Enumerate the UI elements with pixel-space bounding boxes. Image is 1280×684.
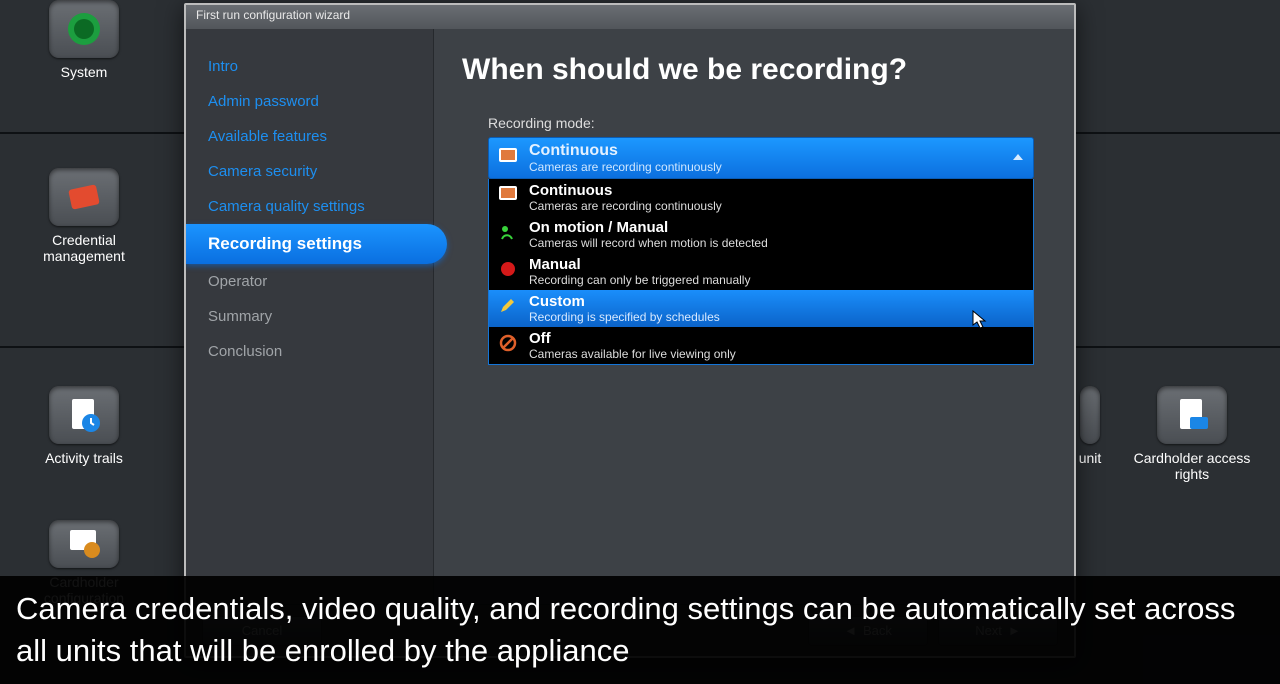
sidebar-item-label: Recording settings	[208, 234, 362, 253]
film-icon	[499, 186, 517, 204]
desktop-icon-credential-management[interactable]: Credential management	[24, 168, 144, 264]
option-title: Manual	[529, 256, 1025, 273]
option-desc: Recording is specified by schedules	[529, 310, 1025, 324]
page-title: When should we be recording?	[462, 53, 1046, 87]
caption-overlay: Camera credentials, video quality, and r…	[0, 576, 1280, 684]
option-title: Continuous	[529, 182, 1025, 199]
sidebar-item-label: Conclusion	[208, 343, 282, 360]
window-title: First run configuration wizard	[186, 5, 1074, 29]
field-label-recording-mode: Recording mode:	[488, 115, 1046, 131]
id-gear-icon	[64, 524, 104, 564]
desktop-icon-system[interactable]: System	[24, 0, 144, 80]
sidebar-item-label: Camera security	[208, 163, 317, 180]
sidebar-item-conclusion[interactable]: Conclusion	[186, 334, 433, 369]
option-desc: Cameras will record when motion is detec…	[529, 236, 1025, 250]
no-icon	[499, 334, 517, 352]
desktop-icon-label: Credential management	[24, 232, 144, 264]
film-icon	[499, 148, 517, 164]
globe-icon	[64, 9, 104, 49]
option-desc: Cameras are recording continuously	[529, 199, 1025, 213]
document-clock-icon	[64, 395, 104, 435]
dropdown-selected-title: Continuous	[529, 142, 1005, 160]
sidebar-item-camera-security[interactable]: Camera security	[186, 154, 433, 189]
option-desc: Recording can only be triggered manually	[529, 273, 1025, 287]
dropdown-selected[interactable]: Continuous Cameras are recording continu…	[488, 137, 1034, 179]
desktop-icon-label: unit	[1079, 450, 1102, 466]
option-desc: Cameras available for live viewing only	[529, 347, 1025, 361]
sidebar-item-label: Summary	[208, 308, 272, 325]
dropdown-option-off[interactable]: Off Cameras available for live viewing o…	[489, 327, 1033, 364]
desktop-icon-cardholder-access-rights[interactable]: Cardholder access rights	[1132, 386, 1252, 482]
wizard-main: When should we be recording? Recording m…	[434, 29, 1074, 604]
sidebar-item-admin-password[interactable]: Admin password	[186, 84, 433, 119]
option-title: Custom	[529, 293, 1025, 310]
option-title: On motion / Manual	[529, 219, 1025, 236]
sidebar-item-available-features[interactable]: Available features	[186, 119, 433, 154]
desktop-icon-label: System	[61, 64, 108, 80]
desktop-icon-label: Cardholder access rights	[1132, 450, 1252, 482]
dropdown-option-continuous[interactable]: Continuous Cameras are recording continu…	[489, 179, 1033, 216]
document-card-icon	[1172, 395, 1212, 435]
sidebar-item-camera-quality[interactable]: Camera quality settings	[186, 189, 433, 224]
dropdown-option-manual[interactable]: Manual Recording can only be triggered m…	[489, 253, 1033, 290]
recording-mode-dropdown[interactable]: Continuous Cameras are recording continu…	[488, 137, 1034, 365]
sidebar-item-intro[interactable]: Intro	[186, 49, 433, 84]
chevron-up-icon	[1013, 154, 1023, 160]
dropdown-option-custom[interactable]: Custom Recording is specified by schedul…	[489, 290, 1033, 327]
dropdown-list: Continuous Cameras are recording continu…	[488, 179, 1034, 365]
wizard-sidebar: Intro Admin password Available features …	[186, 29, 434, 604]
desktop-icon-activity-trails[interactable]: Activity trails	[24, 386, 144, 466]
sidebar-item-label: Intro	[208, 58, 238, 75]
sidebar-item-label: Available features	[208, 128, 327, 145]
motion-icon	[499, 223, 517, 241]
dropdown-selected-desc: Cameras are recording continuously	[529, 160, 1005, 174]
option-title: Off	[529, 330, 1025, 347]
dropdown-option-motion[interactable]: On motion / Manual Cameras will record w…	[489, 216, 1033, 253]
sidebar-item-summary[interactable]: Summary	[186, 299, 433, 334]
wizard-window: First run configuration wizard Intro Adm…	[184, 3, 1076, 658]
sidebar-item-label: Admin password	[208, 93, 319, 110]
record-icon	[499, 260, 517, 278]
pencil-icon	[499, 297, 517, 315]
sidebar-item-recording-settings[interactable]: Recording settings	[186, 224, 447, 264]
desktop-icon-label: Activity trails	[45, 450, 123, 466]
sidebar-item-label: Operator	[208, 273, 267, 290]
sidebar-item-operator[interactable]: Operator	[186, 264, 433, 299]
sidebar-item-label: Camera quality settings	[208, 198, 365, 215]
card-icon	[64, 177, 104, 217]
